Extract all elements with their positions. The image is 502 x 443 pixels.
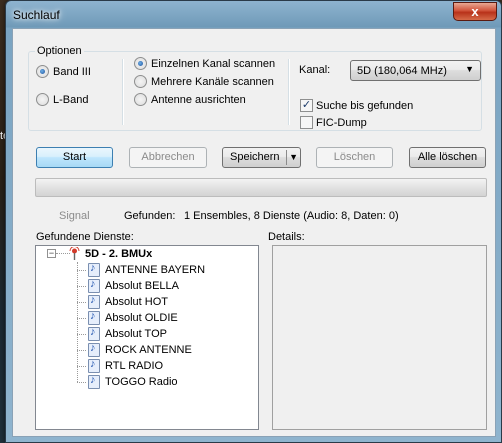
- radio-multiple-channels[interactable]: Mehrere Kanäle scannen: [134, 75, 274, 88]
- scan-progress-bar: [35, 178, 487, 197]
- service-list-item[interactable]: Absolut OLDIE: [88, 310, 178, 326]
- close-button[interactable]: x: [453, 2, 497, 21]
- audio-service-icon: [88, 374, 100, 389]
- service-label: ROCK ANTENNE: [105, 344, 192, 356]
- audio-service-icon: [88, 310, 100, 325]
- tree-line: [77, 366, 86, 367]
- radio-checked-icon: [36, 65, 49, 78]
- signal-label: Signal: [59, 210, 90, 222]
- radio-align-antenna-label: Antenne ausrichten: [151, 93, 246, 106]
- service-label: TOGGO Radio: [105, 376, 178, 388]
- delete-all-button[interactable]: Alle löschen: [409, 147, 486, 168]
- found-label: Gefunden:: [124, 210, 176, 222]
- audio-service-icon: [88, 294, 100, 309]
- service-list-item[interactable]: TOGGO Radio: [88, 374, 178, 390]
- tree-ensemble-label: 5D - 2. BMUx: [85, 248, 153, 260]
- service-label: RTL RADIO: [105, 360, 164, 372]
- radio-band-iii[interactable]: Band III: [36, 65, 91, 78]
- tree-line: [77, 286, 86, 287]
- channel-label: Kanal:: [299, 64, 331, 76]
- radio-l-band[interactable]: L-Band: [36, 93, 88, 106]
- chevron-down-icon: ▼: [465, 64, 474, 74]
- checkbox-empty-icon: [300, 116, 313, 129]
- checkmark-icon: ✓: [300, 99, 313, 112]
- service-list-item[interactable]: ANTENNE BAYERN: [88, 262, 205, 278]
- dialog-client-area: Optionen Band III L-Band Einzelnen Kanal…: [12, 28, 496, 437]
- services-tree[interactable]: − 5D - 2. BMUx ANTENNE BAYERN Absolut BEL…: [35, 245, 259, 430]
- options-separator-2: [288, 59, 290, 125]
- radio-unchecked-icon: [36, 93, 49, 106]
- radio-single-channel[interactable]: Einzelnen Kanal scannen: [134, 57, 275, 70]
- tree-line: [77, 350, 86, 351]
- tree-line: [56, 253, 70, 254]
- checkbox-search-until-found[interactable]: ✓ Suche bis gefunden: [300, 99, 413, 112]
- collapse-icon[interactable]: −: [47, 249, 56, 258]
- audio-service-icon: [88, 342, 100, 357]
- checkbox-fic-dump-label: FIC-Dump: [316, 116, 367, 129]
- window-title: Suchlauf: [13, 8, 60, 22]
- split-divider: [286, 150, 287, 165]
- radio-unchecked-icon: [134, 93, 147, 106]
- tree-line: [77, 334, 86, 335]
- options-separator-1: [122, 59, 124, 125]
- tree-line: [77, 302, 86, 303]
- service-label: Absolut HOT: [105, 296, 168, 308]
- audio-service-icon: [88, 278, 100, 293]
- radio-checked-icon: [134, 57, 147, 70]
- service-list-item[interactable]: Absolut BELLA: [88, 278, 179, 294]
- tree-line: [77, 382, 86, 383]
- radio-single-channel-label: Einzelnen Kanal scannen: [151, 57, 276, 70]
- scan-dialog: Suchlauf x Optionen Band III L-Band Einz…: [5, 0, 502, 443]
- service-list-item[interactable]: Absolut HOT: [88, 294, 168, 310]
- chevron-down-icon[interactable]: ▼: [289, 148, 298, 167]
- service-list-item[interactable]: RTL RADIO: [88, 358, 163, 374]
- delete-button[interactable]: Löschen: [316, 147, 393, 168]
- channel-select[interactable]: 5D (180,064 MHz) ▼: [350, 60, 481, 81]
- save-button-label: Speichern: [230, 151, 280, 163]
- found-summary: 1 Ensembles, 8 Dienste (Audio: 8, Daten:…: [184, 210, 399, 222]
- service-label: ANTENNE BAYERN: [105, 264, 206, 276]
- radio-l-band-label: L-Band: [53, 93, 89, 106]
- tree-ensemble-node[interactable]: 5D - 2. BMUx: [69, 246, 152, 262]
- service-label: Absolut BELLA: [105, 280, 179, 292]
- radio-unchecked-icon: [134, 75, 147, 88]
- audio-service-icon: [88, 358, 100, 373]
- save-split-button[interactable]: Speichern ▼: [222, 147, 301, 168]
- title-bar[interactable]: Suchlauf x: [6, 1, 501, 28]
- audio-service-icon: [88, 326, 100, 341]
- channel-select-value: 5D (180,064 MHz): [357, 65, 447, 77]
- tree-line: [77, 262, 78, 382]
- antenna-icon: [69, 246, 80, 261]
- radio-multiple-channels-label: Mehrere Kanäle scannen: [151, 75, 274, 88]
- checkbox-fic-dump[interactable]: FIC-Dump: [300, 116, 367, 129]
- abort-button[interactable]: Abbrechen: [129, 147, 207, 168]
- tree-line: [77, 270, 86, 271]
- details-label: Details:: [268, 231, 305, 243]
- details-panel: [272, 245, 487, 430]
- radio-align-antenna[interactable]: Antenne ausrichten: [134, 93, 246, 106]
- services-label: Gefundene Dienste:: [36, 231, 134, 243]
- audio-service-icon: [88, 262, 100, 277]
- service-label: Absolut OLDIE: [105, 312, 178, 324]
- service-list-item[interactable]: ROCK ANTENNE: [88, 342, 192, 358]
- options-group-label: Optionen: [35, 45, 84, 57]
- service-list-item[interactable]: Absolut TOP: [88, 326, 167, 342]
- tree-line: [77, 318, 86, 319]
- start-button[interactable]: Start: [36, 147, 113, 168]
- radio-band-iii-label: Band III: [53, 65, 91, 78]
- checkbox-search-until-found-label: Suche bis gefunden: [316, 99, 414, 112]
- service-label: Absolut TOP: [105, 328, 167, 340]
